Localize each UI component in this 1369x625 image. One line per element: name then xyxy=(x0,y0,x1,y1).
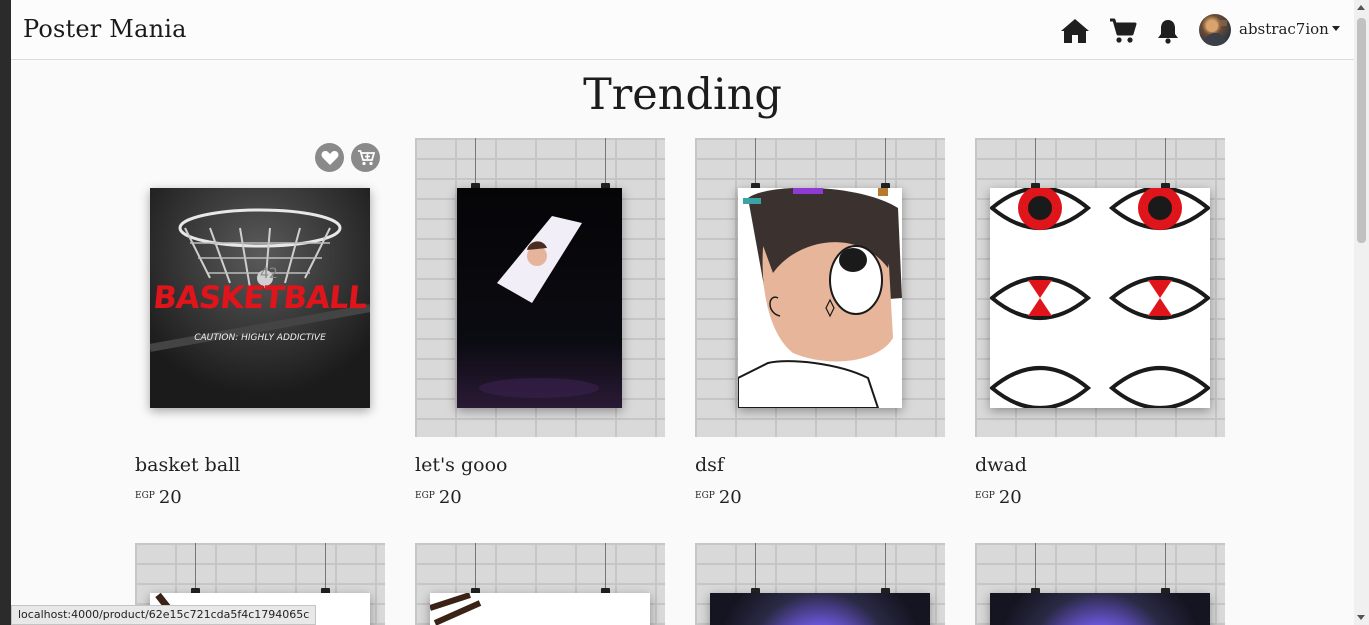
chevron-down-icon xyxy=(1331,26,1340,31)
product-image[interactable]: 42 BASKETBALL CAUTION: HIGHLY ADDICTIVE xyxy=(135,138,385,437)
currency-label: EGP xyxy=(135,491,155,501)
status-bar-url: localhost:4000/product/62e15c721cda5f4c1… xyxy=(11,605,317,625)
product-price: EGP 20 xyxy=(135,487,182,508)
product-image[interactable] xyxy=(695,543,945,625)
poster-basketball: 42 BASKETBALL CAUTION: HIGHLY ADDICTIVE xyxy=(150,188,370,408)
scroll-thumb[interactable] xyxy=(1357,18,1366,243)
price-amount: 20 xyxy=(438,487,462,508)
favorite-button[interactable] xyxy=(315,143,344,172)
cart-icon[interactable] xyxy=(1108,16,1138,46)
brand-logo[interactable]: Poster Mania xyxy=(23,15,187,43)
product-image[interactable] xyxy=(975,138,1225,437)
currency-label: EGP xyxy=(975,491,995,501)
product-title[interactable]: dwad xyxy=(975,454,1027,476)
price-amount: 20 xyxy=(718,487,742,508)
poster-dwad xyxy=(990,188,1210,408)
user-menu-toggle[interactable]: abstrac7ion xyxy=(1239,20,1340,38)
scroll-down-icon[interactable] xyxy=(1357,615,1365,620)
username-label: abstrac7ion xyxy=(1239,20,1329,38)
price-amount: 20 xyxy=(998,487,1022,508)
bell-icon[interactable] xyxy=(1153,16,1183,46)
product-image[interactable] xyxy=(975,543,1225,625)
scroll-up-icon[interactable] xyxy=(1357,5,1365,10)
add-to-cart-button[interactable] xyxy=(351,143,380,172)
heart-icon xyxy=(321,150,338,165)
page-title: Trending xyxy=(583,70,782,120)
cart-plus-icon xyxy=(357,149,375,165)
price-amount: 20 xyxy=(158,487,182,508)
product-price: EGP 20 xyxy=(415,487,462,508)
home-icon[interactable] xyxy=(1060,16,1090,46)
poster-title: BASKETBALL xyxy=(151,280,369,316)
browser-viewport: Poster Mania abstrac7ion Trending 42 BAS… xyxy=(11,0,1354,625)
product-title[interactable]: dsf xyxy=(695,454,724,476)
navbar: Poster Mania abstrac7ion xyxy=(11,0,1354,60)
poster-lets-gooo xyxy=(457,188,622,408)
product-image[interactable] xyxy=(415,138,665,437)
currency-label: EGP xyxy=(695,491,715,501)
poster-dsf xyxy=(738,188,902,408)
product-price: EGP 20 xyxy=(975,487,1022,508)
product-image[interactable] xyxy=(695,138,945,437)
product-image[interactable] xyxy=(415,543,665,625)
poster-subtitle: CAUTION: HIGHLY ADDICTIVE xyxy=(194,333,326,343)
currency-label: EGP xyxy=(415,491,435,501)
product-title[interactable]: basket ball xyxy=(135,454,240,476)
product-title[interactable]: let's gooo xyxy=(415,454,507,476)
scrollbar[interactable] xyxy=(1354,0,1369,625)
product-price: EGP 20 xyxy=(695,487,742,508)
avatar[interactable] xyxy=(1199,14,1231,46)
